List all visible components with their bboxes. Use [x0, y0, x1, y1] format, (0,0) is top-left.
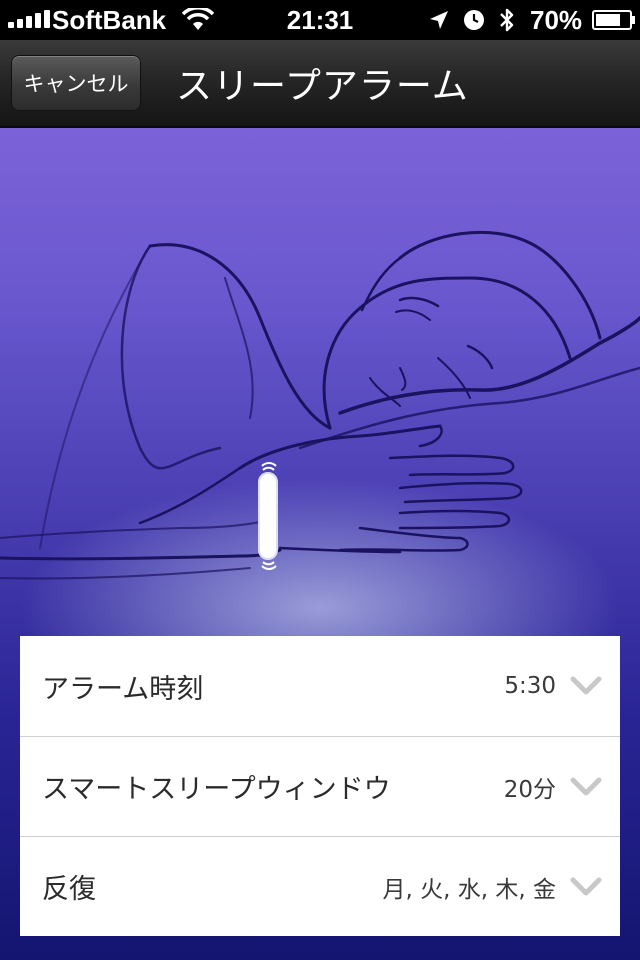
location-icon	[430, 11, 448, 29]
wristband-icon	[258, 462, 278, 570]
battery-icon	[592, 10, 635, 30]
repeat-value: 月, 火, 水, 木, 金	[382, 876, 557, 903]
navigation-bar: キャンセル スリープアラーム	[0, 40, 640, 128]
alarm-time-row[interactable]: アラーム時刻 5:30	[20, 636, 620, 736]
battery-percent: 70%	[530, 5, 583, 35]
alarm-time-label: アラーム時刻	[42, 673, 204, 705]
smart-sleep-window-label: スマートスリープウィンドウ	[42, 774, 391, 805]
alarm-clock-icon	[464, 10, 484, 30]
smart-sleep-window-value: 20分	[503, 776, 556, 803]
repeat-label: 反復	[42, 874, 96, 905]
chevron-down-icon[interactable]	[570, 876, 602, 898]
status-bar: SoftBank 21:31 70%	[0, 0, 640, 40]
chevron-down-icon[interactable]	[570, 675, 602, 697]
smart-sleep-window-row[interactable]: スマートスリープウィンドウ 20分	[20, 736, 620, 836]
chevron-down-icon[interactable]	[570, 776, 602, 798]
alarm-settings-list: アラーム時刻 5:30 スマートスリープウィンドウ 20分 反復 月, 火, 水…	[20, 636, 620, 936]
bluetooth-icon	[500, 8, 514, 32]
repeat-row[interactable]: 反復 月, 火, 水, 木, 金	[20, 836, 620, 936]
page-title: スリープアラーム	[176, 66, 469, 107]
alarm-time-value: 5:30	[504, 673, 556, 699]
cancel-button[interactable]: キャンセル	[11, 55, 141, 111]
